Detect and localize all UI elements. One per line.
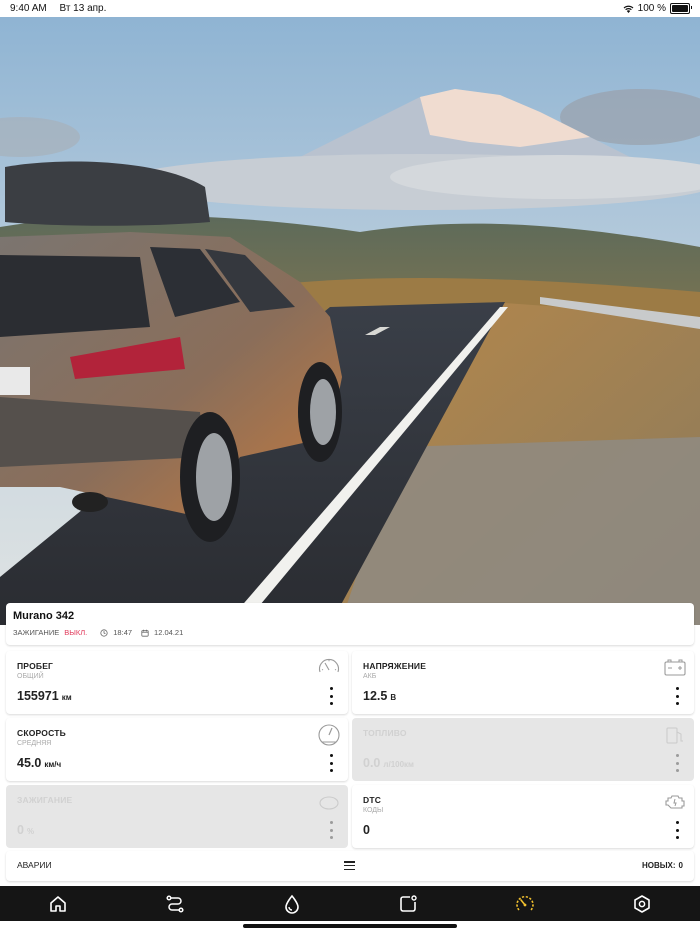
ignition-unit: % — [26, 827, 35, 836]
fuel-icon — [666, 727, 683, 744]
battery-percent: 100 % — [637, 3, 666, 14]
tile-value: 12.5 В — [363, 689, 396, 703]
battery-icon — [664, 659, 686, 676]
tab-settings[interactable] — [583, 886, 700, 921]
last-update-time: 18:47 — [113, 628, 133, 637]
vehicle-meta: ЗАЖИГАНИЕ ВЫКЛ. 18:47 12.04.21 — [13, 628, 183, 637]
tab-home[interactable] — [0, 886, 117, 921]
wifi-icon — [623, 5, 634, 13]
route-icon — [166, 894, 184, 913]
vehicle-name: Murano 342 — [13, 610, 75, 622]
fuel-unit: л/100км — [383, 760, 414, 769]
tile-menu-button[interactable] — [329, 754, 333, 772]
notes-icon — [400, 894, 418, 912]
voltage-unit: В — [390, 693, 397, 702]
status-time: 9:40 AM — [10, 3, 47, 14]
settings-icon — [633, 894, 650, 913]
tile-subtitle: КОДЫ — [363, 807, 384, 814]
fuel-drop-icon — [284, 894, 299, 914]
tab-notes[interactable] — [350, 886, 467, 921]
tile-speed[interactable]: СКОРОСТЬ СРЕДНЯЯ 45.0 км/ч — [6, 718, 348, 781]
tile-value: 155971 км — [17, 689, 72, 703]
home-indicator — [243, 924, 457, 928]
tile-title: ПРОБЕГ — [17, 661, 54, 671]
speedometer-icon — [318, 724, 340, 746]
tile-title: НАПРЯЖЕНИЕ — [363, 661, 427, 671]
tab-routes[interactable] — [117, 886, 234, 921]
ignition-state: ВЫКЛ. — [64, 628, 88, 637]
tile-value: 0 — [363, 823, 370, 837]
tab-bar — [0, 886, 700, 921]
tile-title: DTC — [363, 795, 382, 805]
voltage-value: 12.5 — [363, 689, 388, 703]
alarms-label: АВАРИИ — [17, 860, 52, 870]
mileage-unit: км — [61, 693, 72, 702]
tile-subtitle: СРЕДНЯЯ — [17, 740, 52, 747]
tile-title: СКОРОСТЬ — [17, 728, 66, 738]
vehicle-card[interactable]: Murano 342 ЗАЖИГАНИЕ ВЫКЛ. 18:47 12.04.2… — [6, 603, 694, 645]
tile-menu-button — [329, 821, 333, 839]
mileage-value: 155971 — [17, 689, 59, 703]
alarms-new-label: НОВЫХ: — [641, 861, 676, 870]
odometer-icon — [318, 658, 340, 673]
alarms-bar[interactable]: АВАРИИ НОВЫХ: 0 — [6, 851, 694, 881]
tile-ignition: ЗАЖИГАНИЕ 0% — [6, 785, 348, 848]
menu-icon[interactable] — [344, 861, 355, 870]
alarms-new-count: НОВЫХ: 0 — [642, 861, 683, 870]
tile-subtitle: ОБЩИЙ — [17, 673, 44, 680]
engine-check-icon — [665, 795, 685, 809]
status-bar: 9:40 AM Вт 13 апр. 100 % — [0, 0, 700, 17]
tile-mileage[interactable]: ПРОБЕГ ОБЩИЙ 155971 км — [6, 651, 348, 714]
speed-unit: км/ч — [44, 760, 62, 769]
fuel-value: 0.0 — [363, 756, 381, 770]
ignition-value: 0 — [17, 823, 24, 837]
tile-title: ЗАЖИГАНИЕ — [17, 795, 73, 805]
tile-menu-button[interactable] — [329, 687, 333, 705]
last-update-date: 12.04.21 — [154, 628, 184, 637]
dtc-value: 0 — [363, 823, 370, 837]
tile-voltage[interactable]: НАПРЯЖЕНИЕ АКБ 12.5 В — [352, 651, 694, 714]
ignition-label: ЗАЖИГАНИЕ — [13, 628, 60, 637]
tile-value: 0.0 л/100км — [363, 756, 414, 770]
tile-title: ТОПЛИВО — [363, 728, 407, 738]
ignition-icon — [319, 796, 339, 810]
tab-dashboard[interactable] — [467, 886, 584, 921]
tile-menu-button[interactable] — [675, 821, 679, 839]
tile-value: 0% — [17, 823, 34, 837]
status-date: Вт 13 апр. — [59, 3, 107, 14]
status-battery-icon — [670, 3, 692, 14]
clock-icon — [100, 628, 108, 637]
calendar-icon — [141, 629, 149, 637]
alarms-new-value: 0 — [678, 861, 683, 870]
home-icon — [50, 895, 67, 912]
tile-fuel: ТОПЛИВО 0.0 л/100км — [352, 718, 694, 781]
vehicle-photo — [0, 17, 700, 625]
speed-value: 45.0 — [17, 756, 42, 770]
tile-menu-button — [675, 754, 679, 772]
tile-value: 45.0 км/ч — [17, 756, 61, 770]
tile-menu-button[interactable] — [675, 687, 679, 705]
tile-dtc[interactable]: DTC КОДЫ 0 — [352, 785, 694, 848]
tile-subtitle: АКБ — [363, 673, 377, 680]
tab-fuel[interactable] — [233, 886, 350, 921]
dashboard-icon — [516, 895, 534, 911]
